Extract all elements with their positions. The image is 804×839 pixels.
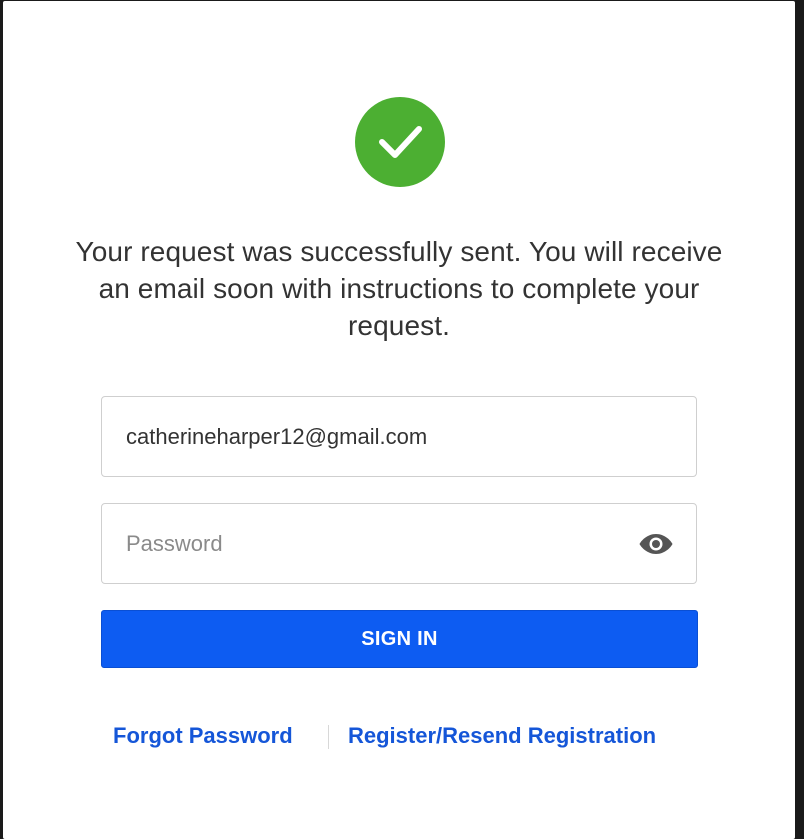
login-card: Your request was successfully sent. You … bbox=[3, 1, 795, 839]
auth-links: Forgot Password Register/Resend Registra… bbox=[3, 719, 795, 755]
link-divider bbox=[328, 725, 329, 749]
forgot-password-link[interactable]: Forgot Password bbox=[113, 723, 293, 749]
eye-icon[interactable] bbox=[638, 532, 674, 556]
password-field-container bbox=[101, 503, 697, 584]
checkmark-circle-icon bbox=[355, 97, 445, 187]
checkmark-icon bbox=[379, 126, 422, 158]
password-field[interactable] bbox=[102, 504, 696, 583]
success-message: Your request was successfully sent. You … bbox=[75, 236, 723, 341]
email-field-container bbox=[101, 396, 697, 477]
email-field[interactable] bbox=[102, 397, 696, 476]
sign-in-button[interactable]: SIGN IN bbox=[101, 610, 698, 668]
register-link[interactable]: Register/Resend Registration bbox=[348, 723, 656, 749]
